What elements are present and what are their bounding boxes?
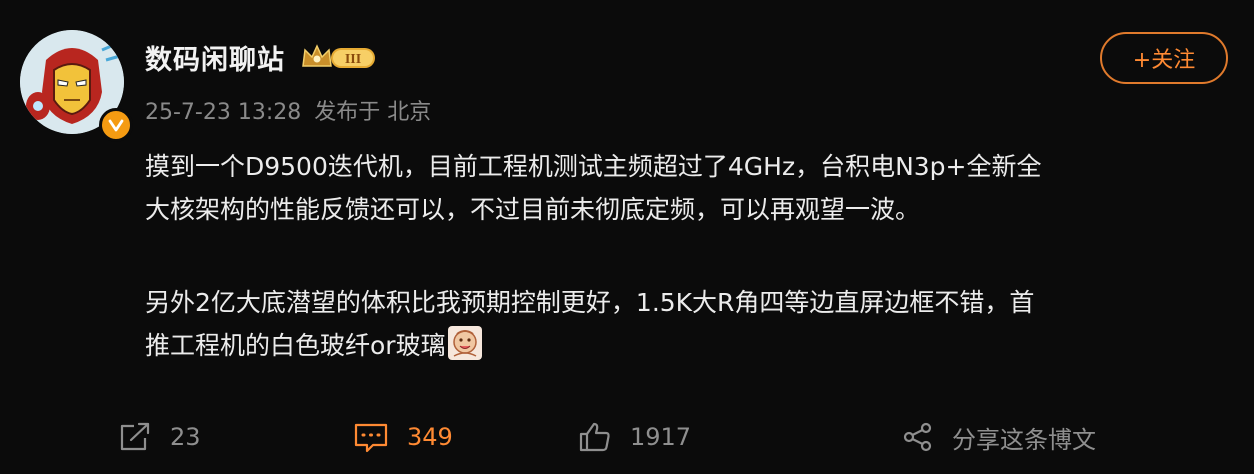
post-body-line-text: 推工程机的白色玻纤or玻璃 <box>145 331 446 360</box>
weibo-post: 数码闲聊站 III 25-7-23 13:28 发布于 北京 +关注 摸到一个D… <box>0 0 1254 474</box>
crown-badge-icon: III <box>302 44 375 68</box>
post-meta: 25-7-23 13:28 发布于 北京 <box>145 94 437 126</box>
like-count: 1917 <box>630 423 692 451</box>
repost-count: 23 <box>170 423 201 451</box>
comment-icon <box>354 423 388 453</box>
repost-icon <box>120 422 150 451</box>
thumbs-up-icon <box>579 422 610 452</box>
post-body-line-last: 推工程机的白色玻纤or玻璃 <box>145 324 1215 367</box>
repost-button[interactable]: 23 <box>118 414 201 460</box>
post-timestamp[interactable]: 25-7-23 13:28 <box>145 100 301 125</box>
post-location: 发布于 北京 <box>314 100 432 125</box>
share-icon <box>903 422 932 452</box>
verified-badge-icon <box>99 108 133 142</box>
level-badge[interactable]: III <box>301 42 379 72</box>
action-bar: 23 349 1917 分享这条博文 <box>0 414 1254 460</box>
share-label: 分享这条博文 <box>952 425 1096 454</box>
share-button[interactable]: 分享这条博文 <box>902 414 1096 460</box>
post-body-line: 摸到一个D9500迭代机，目前工程机测试主频超过了4GHz，台积电N3p+全新全 <box>145 152 1042 181</box>
comment-count: 349 <box>407 423 453 451</box>
svg-text:III: III <box>345 52 361 67</box>
author-name[interactable]: 数码闲聊站 <box>145 38 285 77</box>
post-body-line: 大核架构的性能反馈还可以，不过目前未彻底定频，可以再观望一波。 <box>145 195 921 224</box>
follow-button[interactable]: +关注 <box>1100 32 1228 84</box>
emoji-icon <box>447 326 482 360</box>
comment-button[interactable]: 349 <box>353 414 453 460</box>
post-body-line: 另外2亿大底潜望的体积比我预期控制更好，1.5K大R角四等边直屏边框不错，首 <box>145 288 1035 317</box>
post-body: 摸到一个D9500迭代机，目前工程机测试主频超过了4GHz，台积电N3p+全新全… <box>145 145 1215 367</box>
like-button[interactable]: 1917 <box>578 414 691 460</box>
